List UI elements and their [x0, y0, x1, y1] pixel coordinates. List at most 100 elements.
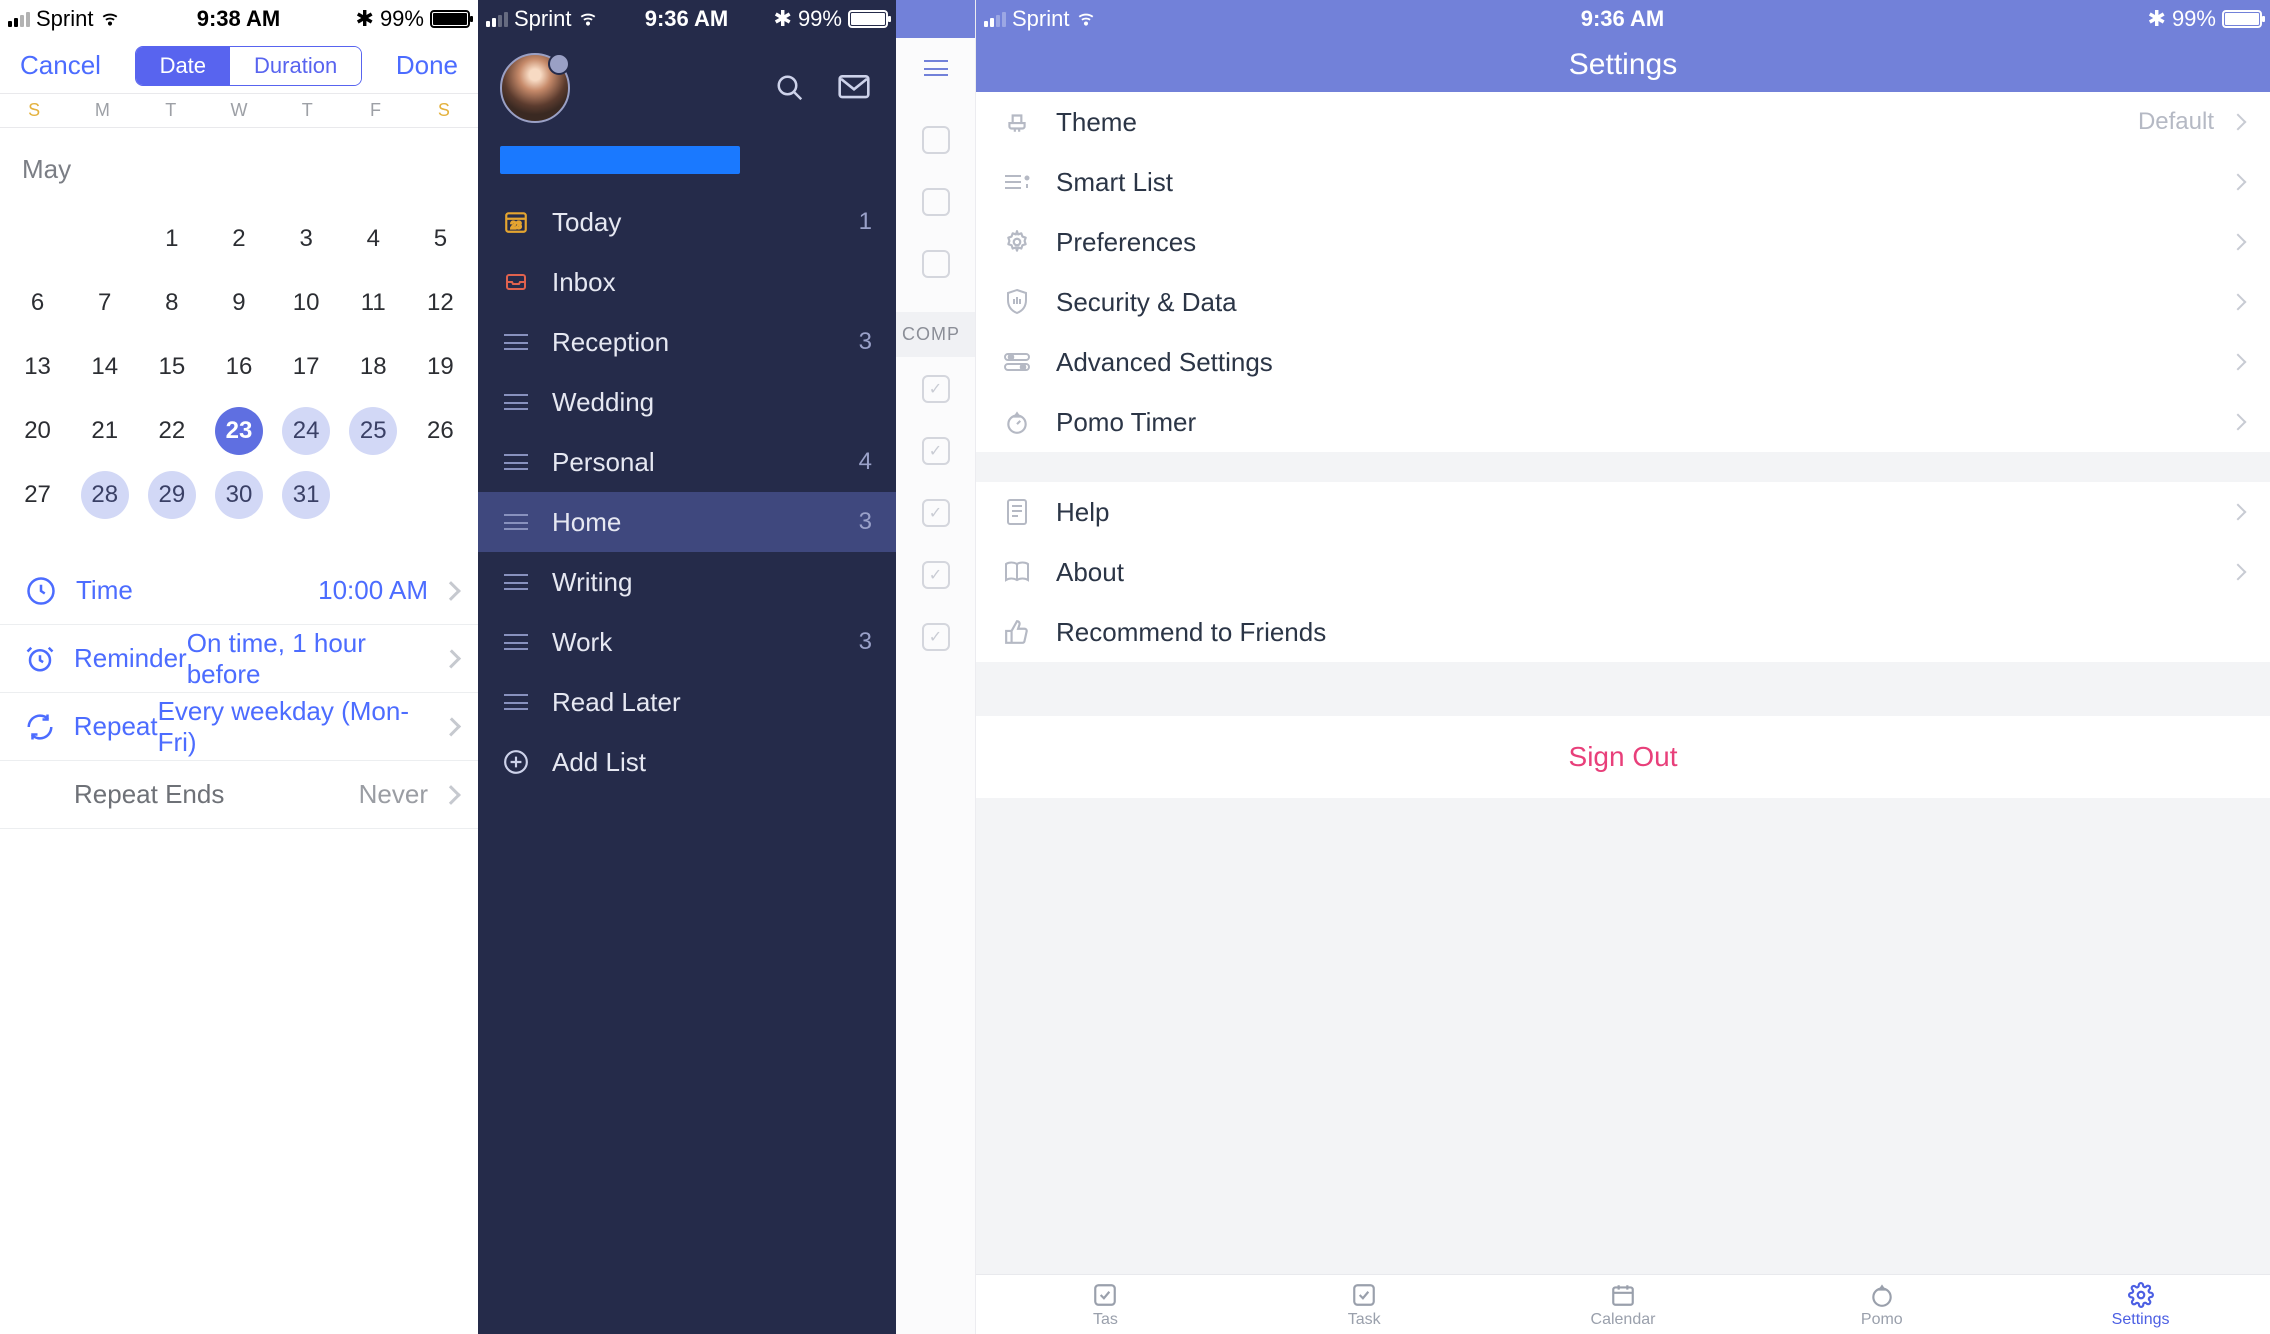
task-checkbox-checked[interactable]: [922, 437, 950, 465]
settings-row-recommend-to-friends[interactable]: Recommend to Friends: [976, 602, 2270, 662]
calendar-day[interactable]: 2: [215, 215, 263, 263]
calendar-cell[interactable]: 21: [71, 407, 138, 455]
calendar-day[interactable]: 31: [282, 471, 330, 519]
sign-out-button[interactable]: Sign Out: [976, 716, 2270, 798]
task-checkbox[interactable]: [922, 126, 950, 154]
calendar-cell[interactable]: 5: [407, 215, 474, 263]
calendar-cell[interactable]: 11: [340, 279, 407, 327]
calendar-day[interactable]: 5: [416, 215, 464, 263]
calendar-day[interactable]: 7: [81, 279, 129, 327]
profile-row[interactable]: [478, 38, 896, 138]
tab-task[interactable]: Task: [1235, 1275, 1494, 1334]
sidebar-item-read-later[interactable]: Read Later: [478, 672, 896, 732]
calendar-cell[interactable]: 2: [205, 215, 272, 263]
sidebar-item-writing[interactable]: Writing: [478, 552, 896, 612]
sidebar-item-wedding[interactable]: Wedding: [478, 372, 896, 432]
mail-icon[interactable]: [834, 68, 874, 108]
tab-tas[interactable]: Tas: [976, 1275, 1235, 1334]
calendar-day[interactable]: 26: [416, 407, 464, 455]
calendar-day[interactable]: 24: [282, 407, 330, 455]
calendar-cell[interactable]: 22: [138, 407, 205, 455]
settings-row-preferences[interactable]: Preferences: [976, 212, 2270, 272]
calendar-cell[interactable]: 9: [205, 279, 272, 327]
date-duration-segmented[interactable]: Date Duration: [135, 46, 363, 86]
calendar-cell[interactable]: 6: [4, 279, 71, 327]
sidebar-item-personal[interactable]: Personal4: [478, 432, 896, 492]
task-checkbox[interactable]: [922, 250, 950, 278]
hamburger-icon[interactable]: [896, 38, 975, 98]
task-checkbox-checked[interactable]: [922, 561, 950, 589]
calendar-cell[interactable]: 27: [4, 471, 71, 519]
calendar-cell[interactable]: 15: [138, 343, 205, 391]
calendar-day[interactable]: 23: [215, 407, 263, 455]
calendar-cell[interactable]: 26: [407, 407, 474, 455]
calendar-cell[interactable]: 25: [340, 407, 407, 455]
calendar-day[interactable]: 3: [282, 215, 330, 263]
calendar-cell[interactable]: 8: [138, 279, 205, 327]
calendar-day[interactable]: 22: [148, 407, 196, 455]
settings-row-help[interactable]: Help: [976, 482, 2270, 542]
sidebar-item-reception[interactable]: Reception3: [478, 312, 896, 372]
calendar-day[interactable]: 28: [81, 471, 129, 519]
calendar-day[interactable]: 15: [148, 343, 196, 391]
settings-row-pomo-timer[interactable]: Pomo Timer: [976, 392, 2270, 452]
search-icon[interactable]: [770, 68, 810, 108]
calendar-day[interactable]: 19: [416, 343, 464, 391]
calendar-grid[interactable]: 1234567891011121314151617181920212223242…: [0, 207, 478, 527]
avatar[interactable]: [500, 53, 570, 123]
sidebar-item-add-list[interactable]: Add List: [478, 732, 896, 792]
calendar-day[interactable]: 4: [349, 215, 397, 263]
calendar-day[interactable]: 1: [148, 215, 196, 263]
calendar-day[interactable]: 10: [282, 279, 330, 327]
calendar-day[interactable]: 29: [148, 471, 196, 519]
calendar-cell[interactable]: 23: [205, 407, 272, 455]
calendar-day[interactable]: 12: [416, 279, 464, 327]
calendar-day[interactable]: 30: [215, 471, 263, 519]
option-row-repeat-ends[interactable]: Repeat EndsNever: [0, 761, 478, 829]
task-checkbox-checked[interactable]: [922, 623, 950, 651]
calendar-cell[interactable]: 16: [205, 343, 272, 391]
calendar-day[interactable]: 11: [349, 279, 397, 327]
calendar-cell[interactable]: 13: [4, 343, 71, 391]
cancel-button[interactable]: Cancel: [20, 50, 101, 81]
option-row-time[interactable]: Time10:00 AM: [0, 557, 478, 625]
sidebar-item-inbox[interactable]: Inbox: [478, 252, 896, 312]
calendar-cell[interactable]: 19: [407, 343, 474, 391]
calendar-day[interactable]: 21: [81, 407, 129, 455]
tab-settings[interactable]: Settings: [2011, 1275, 2270, 1334]
calendar-cell[interactable]: 7: [71, 279, 138, 327]
done-button[interactable]: Done: [396, 50, 458, 81]
calendar-cell[interactable]: 14: [71, 343, 138, 391]
option-row-reminder[interactable]: ReminderOn time, 1 hour before: [0, 625, 478, 693]
sidebar-item-work[interactable]: Work3: [478, 612, 896, 672]
calendar-day[interactable]: 14: [81, 343, 129, 391]
calendar-cell[interactable]: 10: [273, 279, 340, 327]
calendar-day[interactable]: 16: [215, 343, 263, 391]
calendar-day[interactable]: 13: [14, 343, 62, 391]
calendar-cell[interactable]: 12: [407, 279, 474, 327]
calendar-cell[interactable]: 1: [138, 215, 205, 263]
calendar-cell[interactable]: 30: [205, 471, 272, 519]
calendar-day[interactable]: 27: [14, 471, 62, 519]
task-checkbox[interactable]: [922, 188, 950, 216]
calendar-cell[interactable]: 24: [273, 407, 340, 455]
calendar-day[interactable]: 25: [349, 407, 397, 455]
sidebar-item-today[interactable]: 23Today1: [478, 192, 896, 252]
calendar-day[interactable]: 17: [282, 343, 330, 391]
segment-date[interactable]: Date: [136, 47, 230, 85]
calendar-day[interactable]: 6: [14, 279, 62, 327]
sidebar-item-home[interactable]: Home3: [478, 492, 896, 552]
calendar-day[interactable]: 8: [148, 279, 196, 327]
calendar-cell[interactable]: 18: [340, 343, 407, 391]
settings-row-security-data[interactable]: Security & Data: [976, 272, 2270, 332]
tab-pomo[interactable]: Pomo: [1752, 1275, 2011, 1334]
task-checkbox-checked[interactable]: [922, 499, 950, 527]
segment-duration[interactable]: Duration: [230, 47, 361, 85]
settings-row-smart-list[interactable]: Smart List: [976, 152, 2270, 212]
tab-calendar[interactable]: Calendar: [1494, 1275, 1753, 1334]
settings-row-about[interactable]: About: [976, 542, 2270, 602]
calendar-day[interactable]: 20: [14, 407, 62, 455]
calendar-cell[interactable]: 20: [4, 407, 71, 455]
calendar-day[interactable]: 9: [215, 279, 263, 327]
calendar-day[interactable]: 18: [349, 343, 397, 391]
